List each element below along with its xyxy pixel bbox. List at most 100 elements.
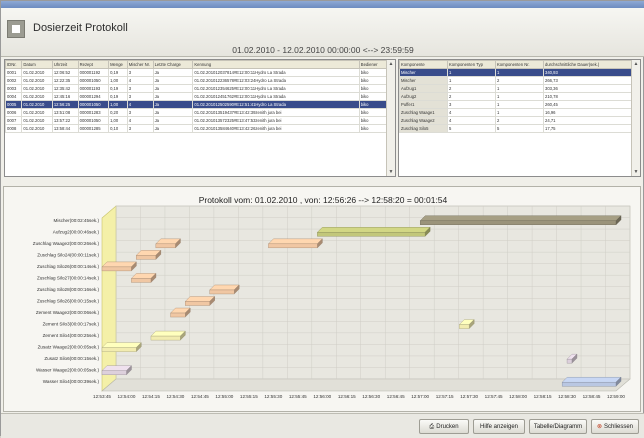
gantt-bar	[268, 243, 318, 249]
table-cell: 4	[447, 108, 496, 117]
table-cell: 12:56:25	[51, 100, 79, 109]
table-row[interactable]: Zuschlag Waage1 4 1 16,96	[399, 108, 634, 117]
table-row[interactable]: 0006 01.02.2010 13:51:08 000001283 0,20 3 Ja 01…	[5, 108, 389, 117]
x-tick-label: 12:54:30	[166, 394, 184, 399]
x-tick-label: 12:59:00	[607, 394, 625, 399]
log-column-header[interactable]: Bediener	[358, 60, 389, 69]
x-tick-label: 12:56:15	[338, 394, 356, 399]
table-row[interactable]: Puffer1 3 1 260,45	[399, 100, 634, 109]
table-row[interactable]: 0001 01.02.2010 12:06:52 000001192 0,19 3 Ja 01…	[5, 68, 389, 77]
table-cell: 0007	[5, 116, 23, 125]
help-button[interactable]: Hilfe anzeigen	[473, 419, 525, 434]
log-column-header[interactable]: Mischer Nr.	[126, 60, 154, 69]
log-column-header[interactable]: Datum	[21, 60, 53, 69]
gantt-bar	[150, 335, 181, 341]
table-cell: biko	[358, 76, 389, 85]
table-cell: 01.02.201012502590#E12:51:41Hydro La Str…	[192, 100, 360, 109]
table-cell: 2	[447, 84, 496, 93]
table-chart-button-label: Tabelle/Diagramm	[533, 424, 583, 430]
table-cell: 0002	[5, 76, 23, 85]
table-row[interactable]: 0008 01.02.2010 13:58:44 000001285 0,10 3 Ja 01…	[5, 124, 389, 133]
component-column-header[interactable]: durchschnittliche Dauer(sek.)	[543, 60, 634, 69]
scroll-down-icon[interactable]: ▼	[388, 169, 394, 175]
x-tick-label: 12:57:45	[485, 394, 503, 399]
table-row[interactable]: Mischer 1 2 266,73	[399, 76, 634, 85]
table-cell: 2	[495, 76, 544, 85]
window-title-bar	[1, 1, 644, 8]
date-range-label: 01.02.2010 - 12.02.2010 00:00:00 <--> 23…	[232, 45, 414, 55]
log-table-body: 0001 01.02.2010 12:06:52 000001192 0,19 3 Ja 01…	[5, 68, 389, 133]
table-row[interactable]: 0005 01.02.2010 12:56:25 000001050 1,00 4 Ja 01…	[5, 100, 389, 109]
x-tick-label: 12:58:00	[509, 394, 527, 399]
table-cell: 3	[447, 100, 496, 109]
table-cell: 266,73	[543, 76, 634, 85]
log-table-scrollbar[interactable]: ▲ ▼	[386, 60, 395, 176]
table-cell: 01.02.2010	[21, 100, 53, 109]
log-grid: IDNr. Datum Uhrzeit Rezept Menge Mischer Nr. L…	[5, 60, 389, 133]
scroll-down-icon[interactable]: ▼	[633, 169, 639, 175]
table-row[interactable]: Mischer 1 1 340,93	[399, 68, 634, 77]
table-cell: 12:45:16	[51, 92, 79, 101]
table-cell: Zuschlag Silo5	[399, 124, 448, 133]
table-cell: 0008	[5, 124, 23, 133]
table-row[interactable]: Aufzug2 2 1 210,78	[399, 92, 634, 101]
table-cell: 01.02.2010	[21, 92, 53, 101]
table-cell: 1	[495, 68, 544, 77]
table-cell: 2	[495, 116, 544, 125]
table-cell: 5	[495, 124, 544, 133]
component-column-header[interactable]: Komponenten Typ	[447, 60, 496, 69]
table-cell: 1	[447, 68, 496, 77]
table-cell: 1	[495, 108, 544, 117]
close-button-label: Schliessen	[604, 424, 634, 430]
table-cell: 3	[126, 124, 154, 133]
table-cell: Puffer1	[399, 100, 448, 109]
log-column-header[interactable]: IDNr.	[5, 60, 23, 69]
table-cell: 01.02.2010	[21, 116, 53, 125]
table-row[interactable]: 0007 01.02.2010 13:57:22 000001050 1,00 4 Ja 01…	[5, 116, 389, 125]
table-cell: Zuschlag Waage2	[399, 116, 448, 125]
log-column-header[interactable]: Letzte Charge	[152, 60, 194, 69]
table-cell: 0,19	[108, 68, 128, 77]
x-tick-label: 12:58:15	[534, 394, 552, 399]
component-table-body: Mischer 1 1 340,93 Mischer 1 2 266,73 Aufzug1 2 1 3…	[399, 68, 634, 133]
table-cell: 0004	[5, 92, 23, 101]
gantt-bar	[561, 382, 617, 387]
table-cell: 13:57:22	[51, 116, 79, 125]
table-cell: 000001050	[77, 100, 110, 109]
x-tick-label: 12:57:15	[436, 394, 454, 399]
table-cell: 24,71	[543, 116, 634, 125]
table-cell: 17,75	[543, 124, 634, 133]
print-button-label: Drucken	[436, 424, 459, 430]
component-column-header[interactable]: Komponente	[399, 60, 448, 69]
table-row[interactable]: 0002 01.02.2010 12:22:35 000001050 1,00 4 Ja 01…	[5, 76, 389, 85]
table-cell: 16,96	[543, 108, 634, 117]
table-row[interactable]: 0004 01.02.2010 12:45:16 000001294 0,19 3 Ja 01…	[5, 92, 389, 101]
y-tick-label: Wasser Silo4(00:00:39sek.)	[43, 379, 100, 384]
table-cell: 01.02.2010	[21, 76, 53, 85]
print-button[interactable]: ⎙ Drucken	[419, 419, 469, 434]
scroll-up-icon[interactable]: ▲	[633, 61, 639, 67]
table-row[interactable]: Aufzug1 2 1 303,36	[399, 84, 634, 93]
table-cell: 12:35:42	[51, 84, 79, 93]
table-cell: 4	[447, 116, 496, 125]
table-row[interactable]: 0003 01.02.2010 12:35:42 000001193 0,19 3 Ja 01…	[5, 84, 389, 93]
log-column-header[interactable]: Uhrzeit	[51, 60, 79, 69]
footer-bar: ⎙ Drucken Hilfe anzeigen Tabelle/Diagramm…	[1, 413, 644, 438]
x-tick-label: 12:53:45	[93, 394, 111, 399]
log-column-header[interactable]: Rezept	[77, 60, 110, 69]
table-row[interactable]: Zuschlag Silo5 5 5 17,75	[399, 124, 634, 133]
component-column-header[interactable]: Komponenten Nr.	[495, 60, 544, 69]
x-tick-label: 12:56:30	[362, 394, 380, 399]
table-cell: biko	[358, 108, 389, 117]
y-tick-label: Zuschlag Silo28(00:00:16sek.)	[37, 287, 100, 292]
component-table-scrollbar[interactable]: ▲ ▼	[631, 60, 640, 176]
table-cell: Mischer	[399, 68, 448, 77]
log-column-header[interactable]: Menge	[108, 60, 128, 69]
close-button[interactable]: ⊗ Schliessen	[591, 419, 639, 434]
table-cell: 4	[126, 100, 154, 109]
log-column-header[interactable]: Kennung	[192, 60, 360, 69]
scroll-up-icon[interactable]: ▲	[388, 61, 394, 67]
table-chart-toggle-button[interactable]: Tabelle/Diagramm	[529, 419, 587, 434]
gantt-bar	[170, 312, 186, 318]
table-row[interactable]: Zuschlag Waage2 4 2 24,71	[399, 116, 634, 125]
